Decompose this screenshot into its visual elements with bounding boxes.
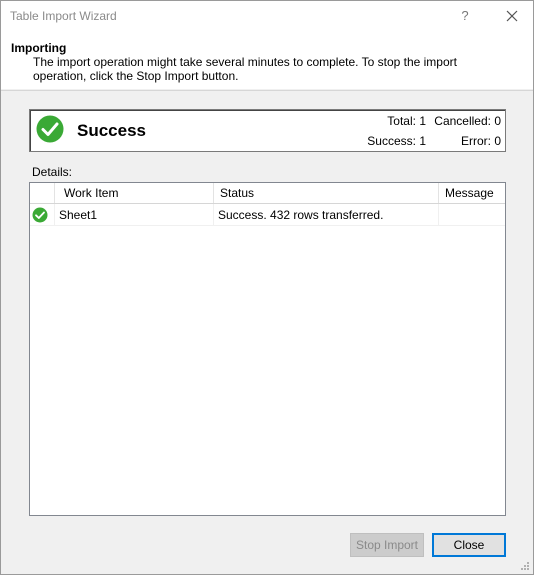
row-work-item: Sheet1 [55, 204, 214, 226]
success-check-icon [36, 115, 64, 143]
resize-grip-icon[interactable] [520, 561, 530, 571]
details-label: Details: [32, 165, 73, 179]
column-header-work-item[interactable]: Work Item [55, 183, 214, 203]
row-status-icon-cell [30, 204, 55, 226]
error-count: Error: 0 [460, 134, 501, 148]
header-divider [1, 90, 533, 91]
details-table[interactable]: Work Item Status Message Sheet1 Success.… [29, 182, 506, 516]
window-close-button[interactable] [498, 5, 526, 27]
row-status: Success. 432 rows transferred. [214, 204, 439, 226]
close-button[interactable]: Close [432, 533, 506, 557]
page-title: Importing [11, 41, 67, 55]
title-bar: Table Import Wizard ? [1, 1, 533, 33]
row-message [439, 204, 505, 226]
column-header-message[interactable]: Message [439, 183, 505, 203]
table-header: Work Item Status Message [30, 183, 505, 204]
close-icon [506, 10, 518, 22]
stop-import-button[interactable]: Stop Import [350, 533, 424, 557]
column-header-icon[interactable] [30, 183, 55, 203]
success-count: Success: 1 [367, 134, 426, 148]
table-row[interactable]: Sheet1 Success. 432 rows transferred. [30, 204, 505, 226]
help-button[interactable]: ? [453, 5, 477, 27]
cancelled-count: Cancelled: 0 [434, 114, 501, 128]
import-wizard-window: Table Import Wizard ? Importing The impo… [0, 0, 534, 575]
window-title: Table Import Wizard [10, 9, 117, 23]
status-summary-panel: Success Total: 1 Cancelled: 0 Success: 1… [29, 109, 506, 152]
status-label: Success [77, 121, 146, 140]
total-count: Total: 1 [387, 114, 426, 128]
column-header-status[interactable]: Status [214, 183, 439, 203]
success-check-icon [32, 207, 48, 223]
wizard-header: Importing The import operation might tak… [1, 33, 533, 89]
page-description: The import operation might take several … [33, 55, 457, 83]
